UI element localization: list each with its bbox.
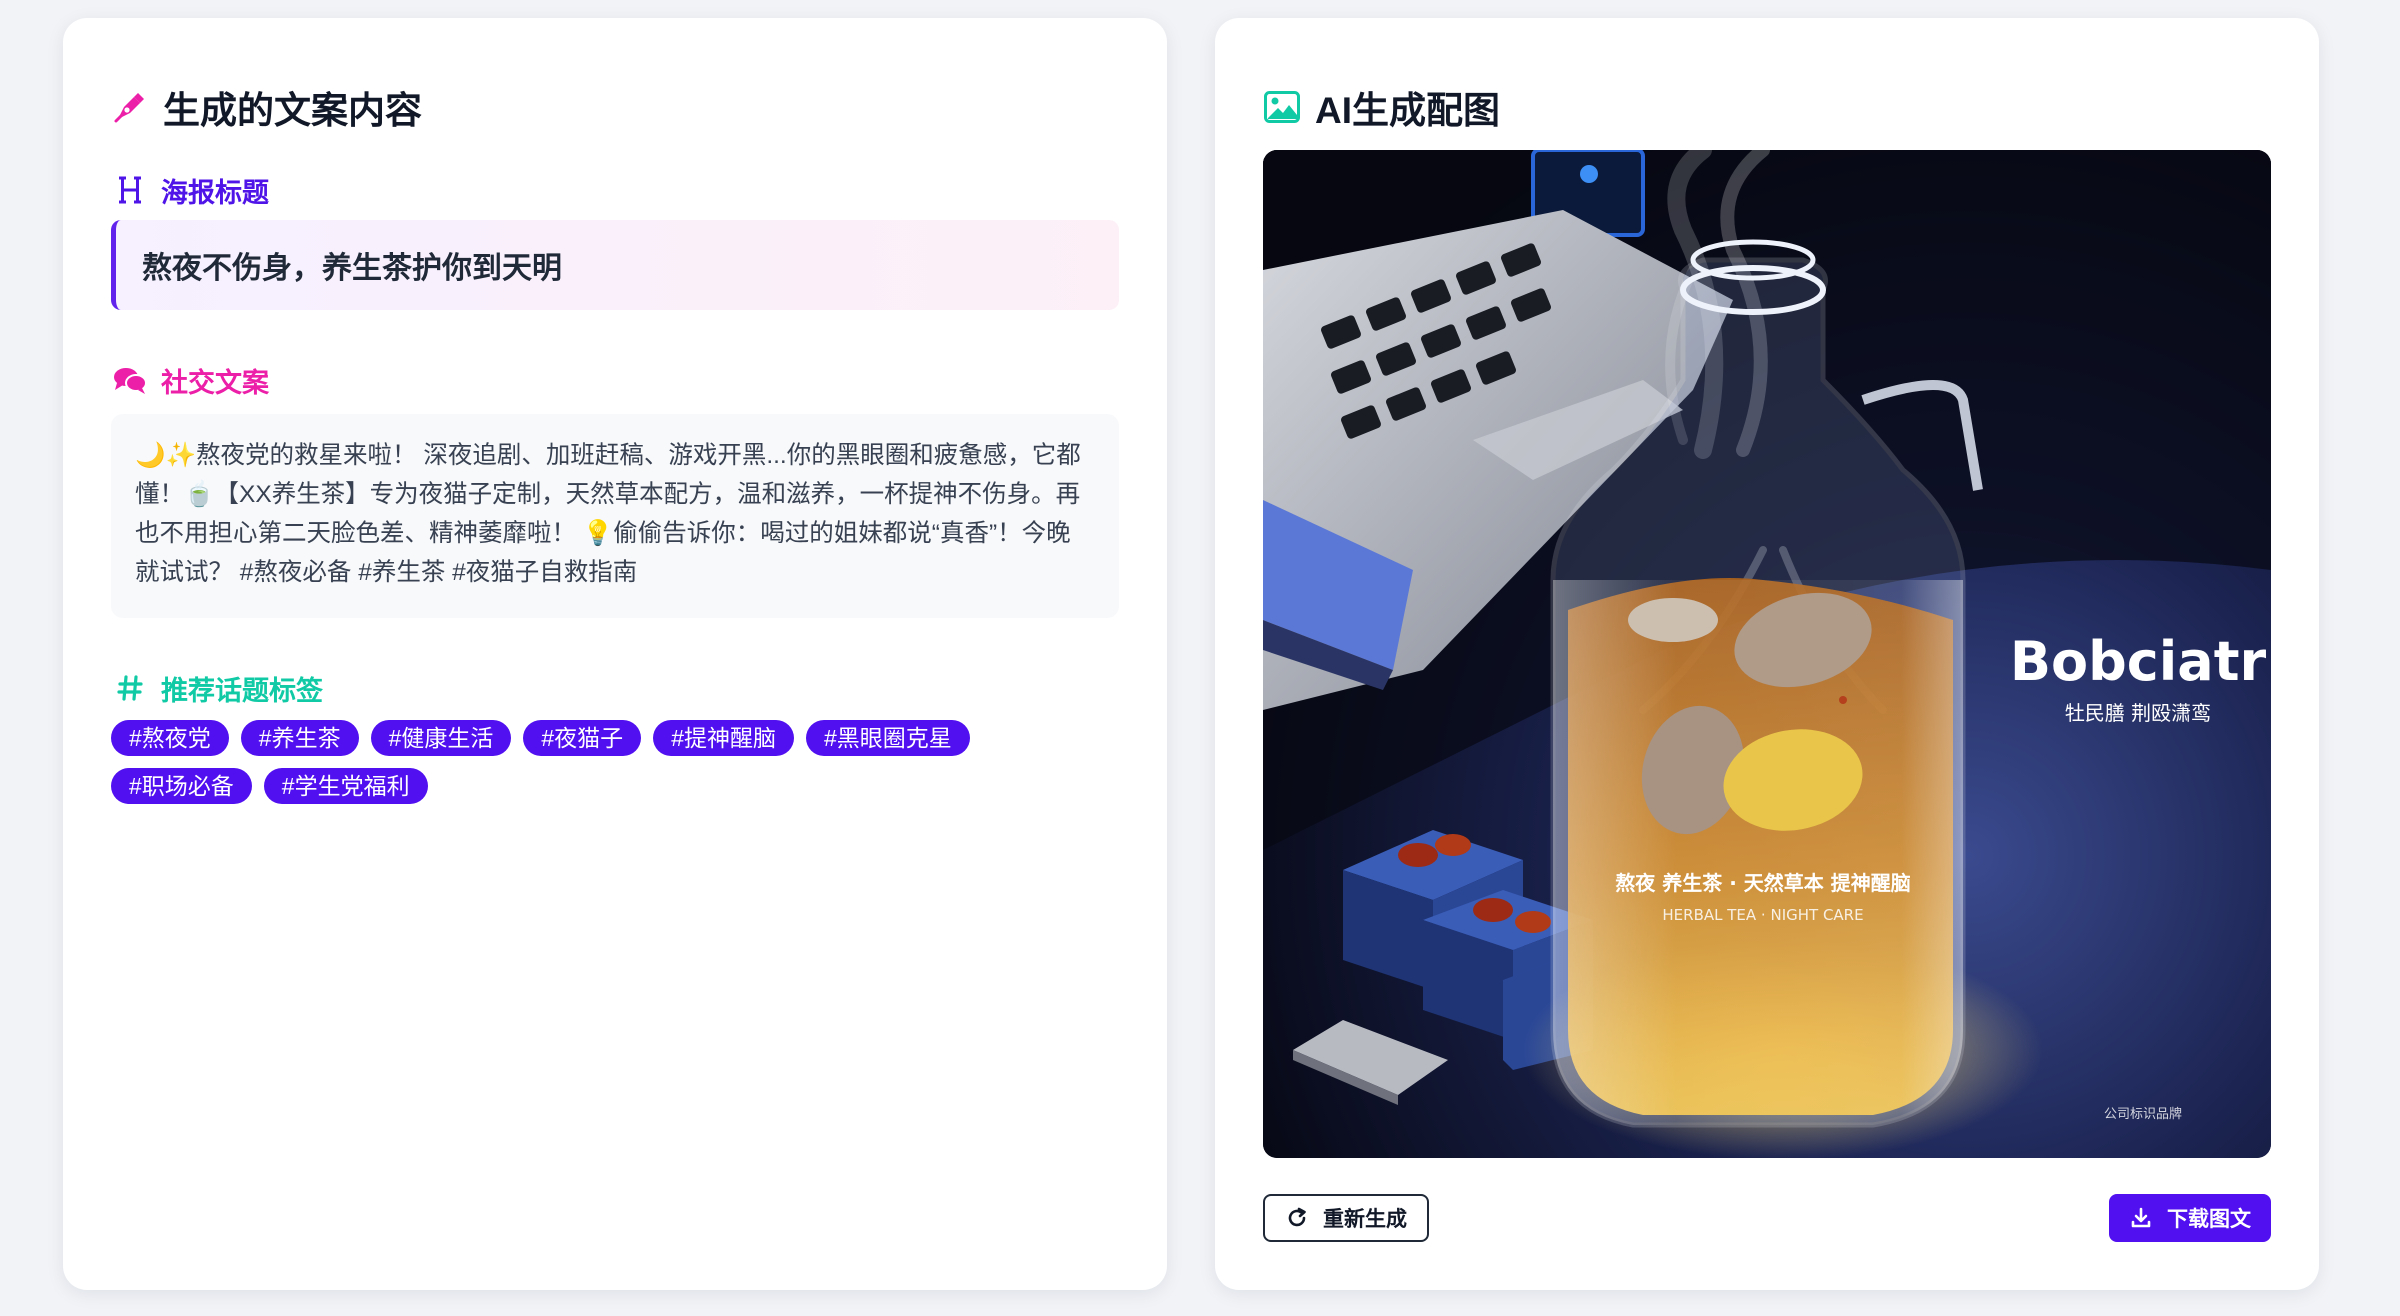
image-brand-text: Bobciatr — [2010, 630, 2267, 693]
tag-chip[interactable]: #健康生活 — [370, 720, 512, 756]
hashtag-icon — [111, 669, 149, 707]
heading-icon — [111, 171, 149, 209]
download-button[interactable]: 下载图文 — [2109, 1194, 2271, 1242]
download-icon — [2129, 1206, 2153, 1230]
tag-chip[interactable]: #夜猫子 — [523, 720, 642, 756]
bottle-label-subtext: HERBAL TEA · NIGHT CARE — [1662, 906, 1863, 924]
image-card-title: AI生成配图 — [1315, 90, 1500, 131]
tag-chip[interactable]: #提神醒脑 — [653, 720, 794, 756]
rotate-right-icon — [1285, 1206, 1309, 1230]
tag-chip[interactable]: #熬夜党 — [111, 720, 229, 756]
tags-section-label: 推荐话题标签 — [111, 668, 323, 708]
tag-chip[interactable]: #学生党福利 — [263, 768, 428, 804]
poster-title-box: 熬夜不伤身，养生茶护你到天明 — [111, 220, 1119, 310]
tag-chip[interactable]: #养生茶 — [240, 720, 359, 756]
comments-icon — [111, 361, 149, 399]
social-copy-section-label: 社交文案 — [111, 360, 269, 400]
tag-chip[interactable]: #黑眼圈克星 — [805, 720, 970, 756]
image-icon — [1263, 88, 1301, 126]
tags-label: 推荐话题标签 — [161, 675, 323, 706]
copy-content-card: 生成的文案内容 海报标题 熬夜不伤身，养生茶护你到天明 社交文案 🌙✨熬夜党的救… — [63, 18, 1167, 1290]
copy-card-header: 生成的文案内容 — [111, 80, 422, 134]
download-label: 下载图文 — [2167, 1208, 2251, 1231]
ai-image-card: AI生成配图 熬夜 养生茶 · 天然草本 提神醒脑 HERBAL TEA · N… — [1215, 18, 2319, 1290]
image-card-header: AI生成配图 — [1263, 80, 1500, 134]
bottle-label-text: 熬夜 养生茶 · 天然草本 提神醒脑 — [1615, 871, 1910, 895]
generated-image: 熬夜 养生茶 · 天然草本 提神醒脑 HERBAL TEA · NIGHT CA… — [1263, 150, 2271, 1158]
tag-chip[interactable]: #职场必备 — [111, 768, 252, 804]
poster-title-section-label: 海报标题 — [111, 170, 269, 210]
image-brand-subtext: 牡民膳 荆殴潇鸾 — [2065, 701, 2211, 725]
social-copy-label: 社交文案 — [161, 367, 269, 398]
image-corner-text: 公司标识品牌 — [2104, 1106, 2182, 1122]
pen-nib-icon — [111, 88, 149, 126]
poster-title-label: 海报标题 — [161, 177, 269, 208]
regenerate-button[interactable]: 重新生成 — [1263, 1194, 1429, 1242]
tag-list: #熬夜党 #养生茶 #健康生活 #夜猫子 #提神醒脑 #黑眼圈克星 #职场必备 … — [111, 720, 1119, 804]
regenerate-label: 重新生成 — [1323, 1208, 1407, 1231]
social-copy-text: 🌙✨熬夜党的救星来啦！ 深夜追剧、加班赶稿、游戏开黑...你的黑眼圈和疲惫感，它… — [135, 442, 1081, 586]
poster-title-text: 熬夜不伤身，养生茶护你到天明 — [142, 252, 562, 285]
copy-card-title: 生成的文案内容 — [163, 90, 422, 131]
social-copy-box: 🌙✨熬夜党的救星来啦！ 深夜追剧、加班赶稿、游戏开黑...你的黑眼圈和疲惫感，它… — [111, 414, 1119, 618]
